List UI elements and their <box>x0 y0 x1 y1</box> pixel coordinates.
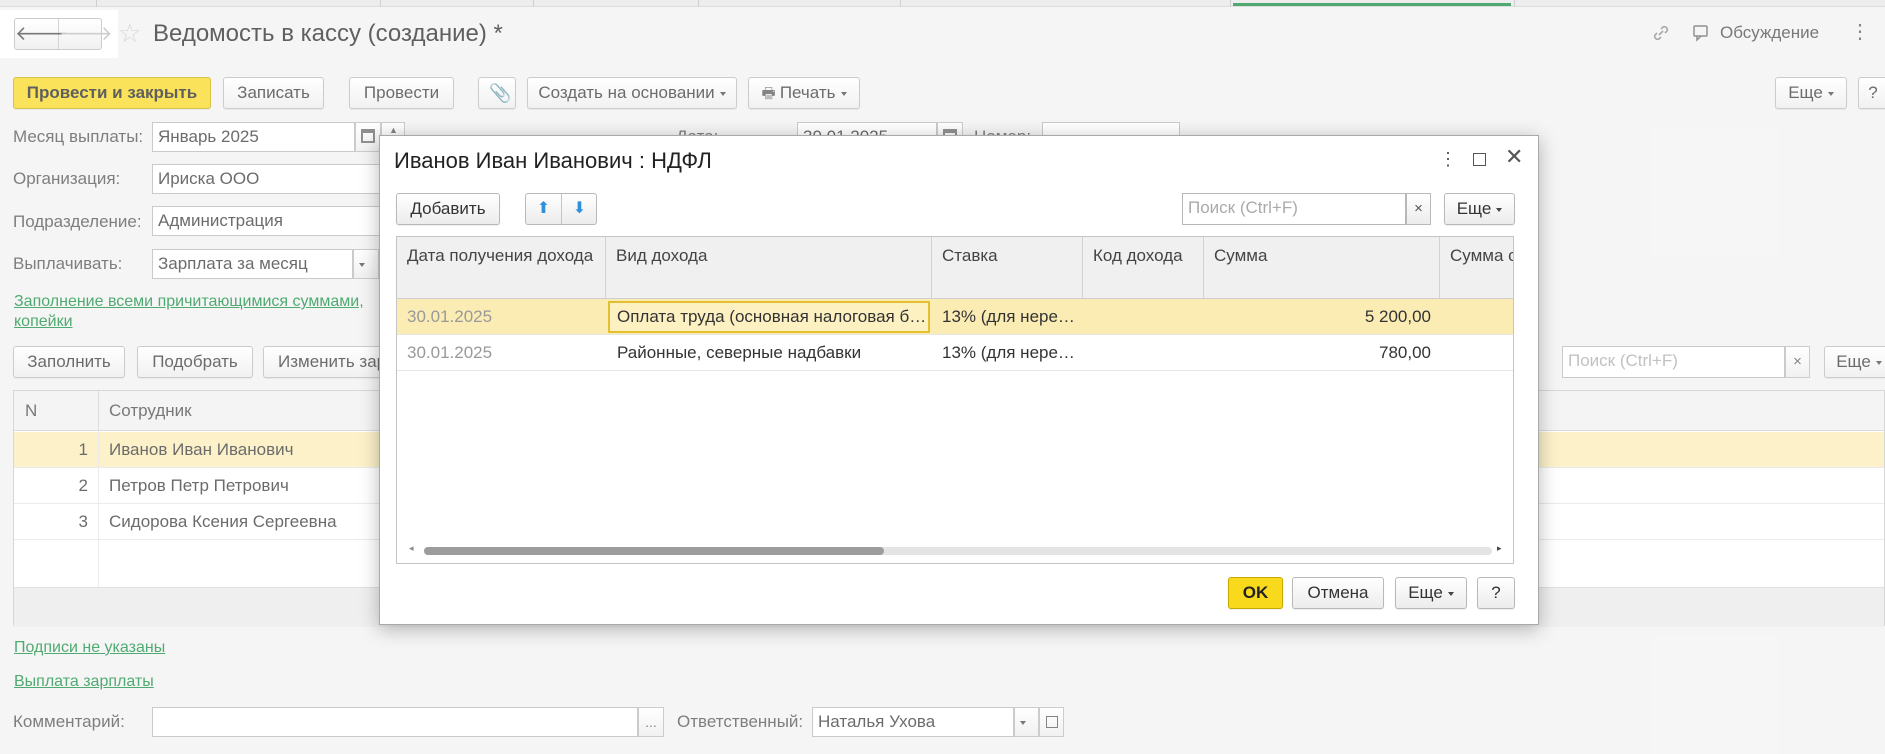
dialog-title: Иванов Иван Иванович : НДФЛ <box>394 148 712 173</box>
ndfl-row[interactable]: 30.01.2025 Районные, северные надбавки 1… <box>397 335 1513 371</box>
scroll-left-icon[interactable]: ◂ <box>409 543 414 554</box>
cancel-button[interactable]: Отмена <box>1292 577 1384 609</box>
dialog-more-vertical-icon[interactable]: ⋮ <box>1439 150 1457 168</box>
move-buttons: ⬆ ⬇ <box>525 193 597 225</box>
row-rate: 13% (для нере… <box>942 307 1075 326</box>
dialog-help-button[interactable]: ? <box>1477 577 1515 609</box>
row-code <box>1093 299 1199 335</box>
dialog-more-label: Еще <box>1456 199 1492 218</box>
column-header-sum-deduction[interactable]: Сумма с <box>1440 237 1513 299</box>
close-icon[interactable]: ✕ <box>1505 146 1523 168</box>
dialog-search-clear-icon[interactable]: × <box>1406 193 1431 225</box>
dialog-footer-more-label: Еще <box>1408 583 1443 602</box>
column-header-date[interactable]: Дата получения дохода <box>397 237 606 299</box>
ok-button[interactable]: OK <box>1228 577 1283 609</box>
row-income-kind: Районные, северные надбавки <box>617 343 862 362</box>
move-down-icon[interactable]: ⬇ <box>562 194 597 224</box>
dropdown-caret-icon <box>1447 591 1454 596</box>
column-header-sum[interactable]: Сумма <box>1204 237 1440 299</box>
row-date: 30.01.2025 <box>407 307 493 326</box>
row-date: 30.01.2025 <box>407 343 493 362</box>
move-up-icon[interactable]: ⬆ <box>526 194 562 224</box>
ndfl-table: Дата получения дохода Вид дохода Ставка … <box>396 236 1514 564</box>
maximize-icon[interactable] <box>1473 153 1486 166</box>
column-header-rate[interactable]: Ставка <box>932 237 1083 299</box>
column-header-income-kind[interactable]: Вид дохода <box>606 237 932 299</box>
row-rate: 13% (для нере… <box>942 343 1075 362</box>
scroll-right-icon[interactable]: ▸ <box>1497 543 1502 554</box>
dialog-more-button[interactable]: Еще <box>1444 193 1515 225</box>
ndfl-row[interactable]: 30.01.2025 Оплата труда (основная налого… <box>397 299 1513 335</box>
dropdown-caret-icon <box>1496 207 1503 212</box>
row-code <box>1093 335 1199 371</box>
dialog-search-input[interactable]: Поиск (Ctrl+F) <box>1182 193 1406 225</box>
dialog-footer-more-button[interactable]: Еще <box>1395 577 1467 609</box>
column-header-income-code[interactable]: Код дохода <box>1083 237 1204 299</box>
row-sum: 5 200,00 <box>1364 307 1431 326</box>
ndfl-dialog: Иванов Иван Иванович : НДФЛ ⋮ ✕ Добавить… <box>379 135 1539 625</box>
ndfl-table-header: Дата получения дохода Вид дохода Ставка … <box>397 237 1513 299</box>
row-income-kind[interactable]: Оплата труда (основная налоговая б… <box>608 301 930 333</box>
add-button[interactable]: Добавить <box>396 193 500 225</box>
horizontal-scrollbar-thumb[interactable] <box>424 547 884 555</box>
row-sum: 780,00 <box>1379 343 1431 362</box>
